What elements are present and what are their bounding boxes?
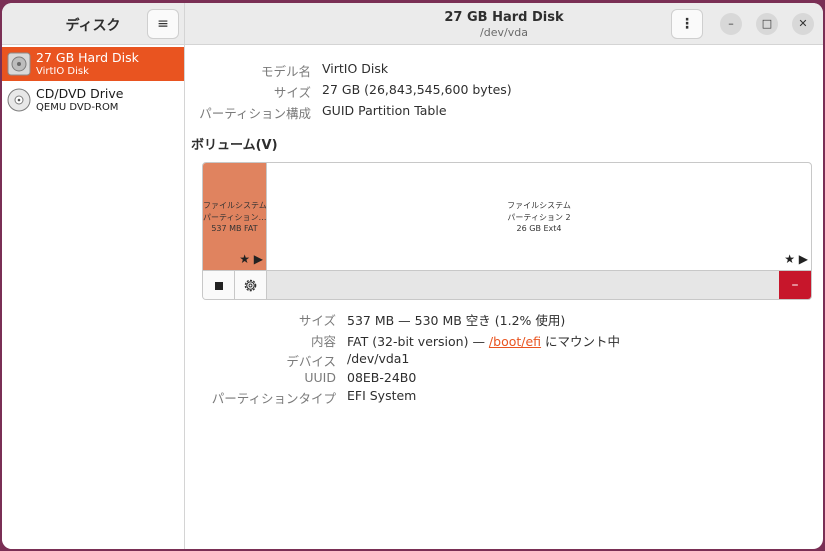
drive-model: QEMU DVD-ROM	[36, 102, 119, 113]
contents-label: 内容	[310, 334, 336, 349]
gear-icon[interactable]	[235, 271, 267, 299]
model-label: モデル名	[260, 64, 311, 79]
drive-item-cd-dvd[interactable]: CD/DVD Drive QEMU DVD-ROM	[2, 83, 184, 117]
stop-icon[interactable]	[203, 271, 235, 299]
partition-type-value: EFI System	[347, 388, 417, 403]
partition-2-type: ファイルシステム	[507, 201, 571, 210]
partition-2-size: 26 GB Ext4	[516, 224, 562, 233]
size-value: 27 GB (26,843,545,600 bytes)	[322, 82, 512, 97]
volume-toolbar: –	[203, 270, 811, 299]
partition-size-value: 537 MB — 530 MB 空き (1.2% 使用)	[347, 313, 566, 328]
partition-1-size: 537 MB FAT	[211, 224, 258, 233]
partitioning-value: GUID Partition Table	[322, 103, 447, 118]
uuid-label: UUID	[304, 370, 336, 385]
partition-1-markers: ★ ▶	[239, 252, 263, 266]
partition-2-markers: ★ ▶	[784, 252, 808, 266]
drive-name: CD/DVD Drive	[36, 86, 124, 101]
sidebar-header: ディスク ≡	[2, 3, 185, 45]
partition-2-block[interactable]: ファイルシステム パーティション 2 26 GB Ext4 ★ ▶	[267, 163, 811, 270]
partition-size-label: サイズ	[298, 313, 336, 328]
drive-list: 27 GB Hard Disk VirtIO Disk CD/DVD Drive…	[2, 45, 185, 549]
mount-point-link[interactable]: /boot/efi	[489, 334, 541, 349]
app-title: ディスク	[65, 18, 121, 34]
main-header: 27 GB Hard Disk /dev/vda ⋮ – □ ✕	[185, 3, 823, 45]
device-value: /dev/vda1	[347, 351, 410, 366]
delete-partition-button[interactable]: –	[779, 271, 811, 299]
partitioning-label: パーティション構成	[199, 106, 311, 121]
drive-model: VirtIO Disk	[36, 66, 89, 77]
optical-disc-icon	[7, 88, 31, 112]
device-label: デバイス	[286, 354, 336, 369]
disks-window: ディスク ≡ 27 GB Hard Disk /dev/vda ⋮ – □ ✕ …	[2, 3, 823, 549]
drive-name: 27 GB Hard Disk	[36, 50, 139, 65]
model-value: VirtIO Disk	[322, 61, 389, 76]
disk-details: モデル名 VirtIO Disk サイズ 27 GB (26,843,545,6…	[185, 45, 823, 549]
contents-value: FAT (32-bit version) — /boot/efi にマウント中	[347, 331, 620, 350]
close-button[interactable]: ✕	[792, 13, 814, 35]
size-label: サイズ	[273, 85, 311, 100]
partition-1-type: ファイルシステム	[203, 201, 266, 210]
partition-1-block[interactable]: ファイルシステム パーティション… 537 MB FAT ★ ▶	[203, 163, 267, 270]
minimize-button[interactable]: –	[720, 13, 742, 35]
drive-item-hard-disk[interactable]: 27 GB Hard Disk VirtIO Disk	[2, 47, 184, 81]
contents-filesystem: FAT (32-bit version) —	[347, 334, 489, 349]
volume-map: ファイルシステム パーティション… 537 MB FAT ★ ▶ ファイルシステ…	[202, 162, 812, 300]
partition-2-name: パーティション 2	[507, 213, 571, 222]
contents-mount-status: にマウント中	[541, 334, 621, 349]
hamburger-menu-icon[interactable]: ≡	[147, 9, 179, 39]
uuid-value: 08EB-24B0	[347, 370, 417, 385]
kebab-menu-icon[interactable]: ⋮	[671, 9, 703, 39]
hard-disk-icon	[7, 52, 31, 76]
partition-1-name: パーティション…	[203, 213, 266, 222]
maximize-button[interactable]: □	[756, 13, 778, 35]
volumes-heading: ボリューム(V)	[191, 138, 278, 153]
partition-type-label: パーティションタイプ	[211, 391, 336, 406]
